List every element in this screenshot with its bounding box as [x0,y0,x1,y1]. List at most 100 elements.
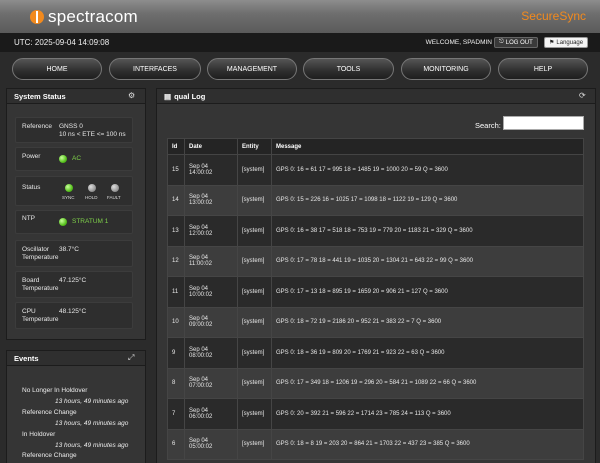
refresh-icon[interactable]: ⟳ [579,91,586,100]
column-message[interactable]: Message [271,138,584,155]
reference-card: Reference GNSS 0 10 ns < ETE <= 100 ns [15,117,133,143]
nav-management[interactable]: MANAGEMENT [207,58,297,80]
table-row[interactable]: 11 Sep 04 10:00:02 [system] GPS 0: 17 = 13 1… [167,276,584,308]
cell-date: Sep 04 08:00:02 [184,337,238,369]
cell-id: 7 [167,398,185,430]
cell-message-text: GPS 0: 18 = 72 19 = 2186 20 = 952 21 = 3… [276,319,442,326]
column-entity[interactable]: Entity [237,138,272,155]
cell-date-text: 06:00:02 [189,413,213,420]
cell-id-text: 12 [172,258,179,265]
events-header: Events [7,351,145,366]
logout-button[interactable]: ⎋ LOG OUT [494,37,538,48]
product-name: SecureSync [521,9,586,23]
power-led-icon [59,155,67,163]
cell-message-text: GPS 0: 20 = 392 21 = 596 22 = 1714 23 = … [276,410,451,417]
cell-id-text: 6 [172,441,176,448]
qual-log-table: Id Date Entity Message 15 Sep 04 14:00:02 [… [167,138,584,460]
column-id[interactable]: Id [167,138,185,155]
cpu-sublabel: Temperature [22,316,59,323]
cell-entity-text: [system] [242,288,265,295]
cell-date: Sep 04 12:00:02 [184,215,238,247]
qual-log-title: qual Log [174,91,206,101]
cell-id: 12 [167,245,185,277]
nav-tools[interactable]: TOOLS [303,58,394,80]
cell-entity: [system] [237,215,272,247]
board-sublabel: Temperature [22,285,59,292]
welcome-text: WELCOME, SPADMIN [425,39,492,46]
table-row[interactable]: 14 Sep 04 13:00:02 [system] GPS 0: 15 = 226 … [167,184,584,216]
fault-label: FAULT [107,195,121,200]
event-time: 13 hours, 49 minutes ago [55,420,129,427]
cell-message: GPS 0: 16 = 38 17 = 518 18 = 753 19 = 77… [271,215,584,247]
hold-label: HOLD [85,195,98,200]
cell-date: Sep 04 11:00:02 [184,245,238,277]
event-time: 13 hours, 49 minutes ago [55,442,129,449]
ntp-card: NTP STRATUM 1 [15,210,133,234]
cell-date-text: 09:00:02 [189,322,213,329]
cell-entity-text: [system] [242,349,265,356]
cell-id-text: 10 [172,319,179,326]
table-row[interactable]: 12 Sep 04 11:00:02 [system] GPS 0: 17 = 78 1… [167,245,584,277]
cell-message: GPS 0: 16 = 61 17 = 995 18 = 1485 19 = 1… [271,154,584,186]
cell-id-text: 15 [172,166,179,173]
events-title: Events [14,353,39,363]
table-row[interactable]: 13 Sep 04 12:00:02 [system] GPS 0: 16 = 38 1… [167,215,584,247]
ntp-led-icon [59,218,67,226]
cell-date: Sep 04 05:00:02 [184,428,238,460]
cell-entity: [system] [237,245,272,277]
cell-message-text: GPS 0: 18 = 8 19 = 203 20 = 864 21 = 170… [276,441,470,448]
cell-message: GPS 0: 17 = 13 18 = 895 19 = 1659 20 = 9… [271,276,584,308]
logo-mark-icon [30,10,44,24]
expand-icon[interactable]: ⤢ [128,353,134,363]
table-row[interactable]: 9 Sep 04 08:00:02 [system] GPS 0: 18 = 36 19… [167,337,584,369]
cell-message: GPS 0: 18 = 36 19 = 809 20 = 1769 21 = 9… [271,337,584,369]
reference-value: GNSS 0 [59,123,83,130]
board-value: 47.125°C [59,277,87,284]
status-label: Status [22,184,41,191]
cell-id: 8 [167,367,185,399]
cell-id-text: 8 [172,380,176,387]
nav-monitoring[interactable]: MONITORING [401,58,491,80]
cell-message: GPS 0: 15 = 226 16 = 1025 17 = 1098 18 =… [271,184,584,216]
table-row[interactable]: 8 Sep 04 07:00:02 [system] GPS 0: 17 = 349 1… [167,367,584,399]
cell-entity-text: [system] [242,258,265,265]
table-header-row: Id Date Entity Message [167,138,584,155]
cell-message-text: GPS 0: 16 = 38 17 = 518 18 = 753 19 = 77… [276,227,473,234]
fault-led-icon [111,184,119,192]
event-name: Reference Change [22,409,77,416]
cell-date-text: 14:00:02 [189,169,213,176]
logout-label: LOG OUT [505,39,533,46]
language-button[interactable]: ⚑ Language [544,37,589,48]
hold-led-icon [88,184,96,192]
nav-help[interactable]: HELP [498,58,588,80]
nav-home[interactable]: HOME [12,58,102,80]
cell-message: GPS 0: 20 = 392 21 = 596 22 = 1714 23 = … [271,398,584,430]
table-row[interactable]: 15 Sep 04 14:00:02 [system] GPS 0: 16 = 61 1… [167,154,584,186]
cell-message-text: GPS 0: 17 = 78 18 = 441 19 = 1035 20 = 1… [276,258,473,265]
oscillator-value: 38.7°C [59,246,79,253]
cell-date-text: 05:00:02 [189,444,213,451]
cell-entity: [system] [237,276,272,308]
power-value: AC [72,155,82,162]
cell-date: Sep 04 07:00:02 [184,367,238,399]
cell-date-text: 13:00:02 [189,200,213,207]
nav-interfaces[interactable]: INTERFACES [109,58,201,80]
cell-id: 13 [167,215,185,247]
event-name: Reference Change [22,452,77,459]
column-date[interactable]: Date [184,138,238,155]
event-name: No Longer In Holdover [22,387,88,394]
oscillator-label: Oscillator [22,246,50,253]
flag-icon: ⚑ [549,40,555,46]
gear-icon[interactable]: ⚙ [128,91,135,100]
reference-label: Reference [22,123,52,130]
cell-entity-text: [system] [242,166,265,173]
search-input[interactable] [503,116,584,130]
ntp-label: NTP [22,215,35,222]
cell-date: Sep 04 13:00:02 [184,184,238,216]
table-row[interactable]: 6 Sep 04 05:00:02 [system] GPS 0: 18 = 8 19 … [167,428,584,460]
spectracom-logo[interactable]: spectracom [30,7,138,27]
cell-entity: [system] [237,428,272,460]
oscillator-card: Oscillator Temperature 38.7°C [15,240,133,267]
table-row[interactable]: 10 Sep 04 09:00:02 [system] GPS 0: 18 = 72 1… [167,306,584,338]
table-row[interactable]: 7 Sep 04 06:00:02 [system] GPS 0: 20 = 392 2… [167,398,584,430]
